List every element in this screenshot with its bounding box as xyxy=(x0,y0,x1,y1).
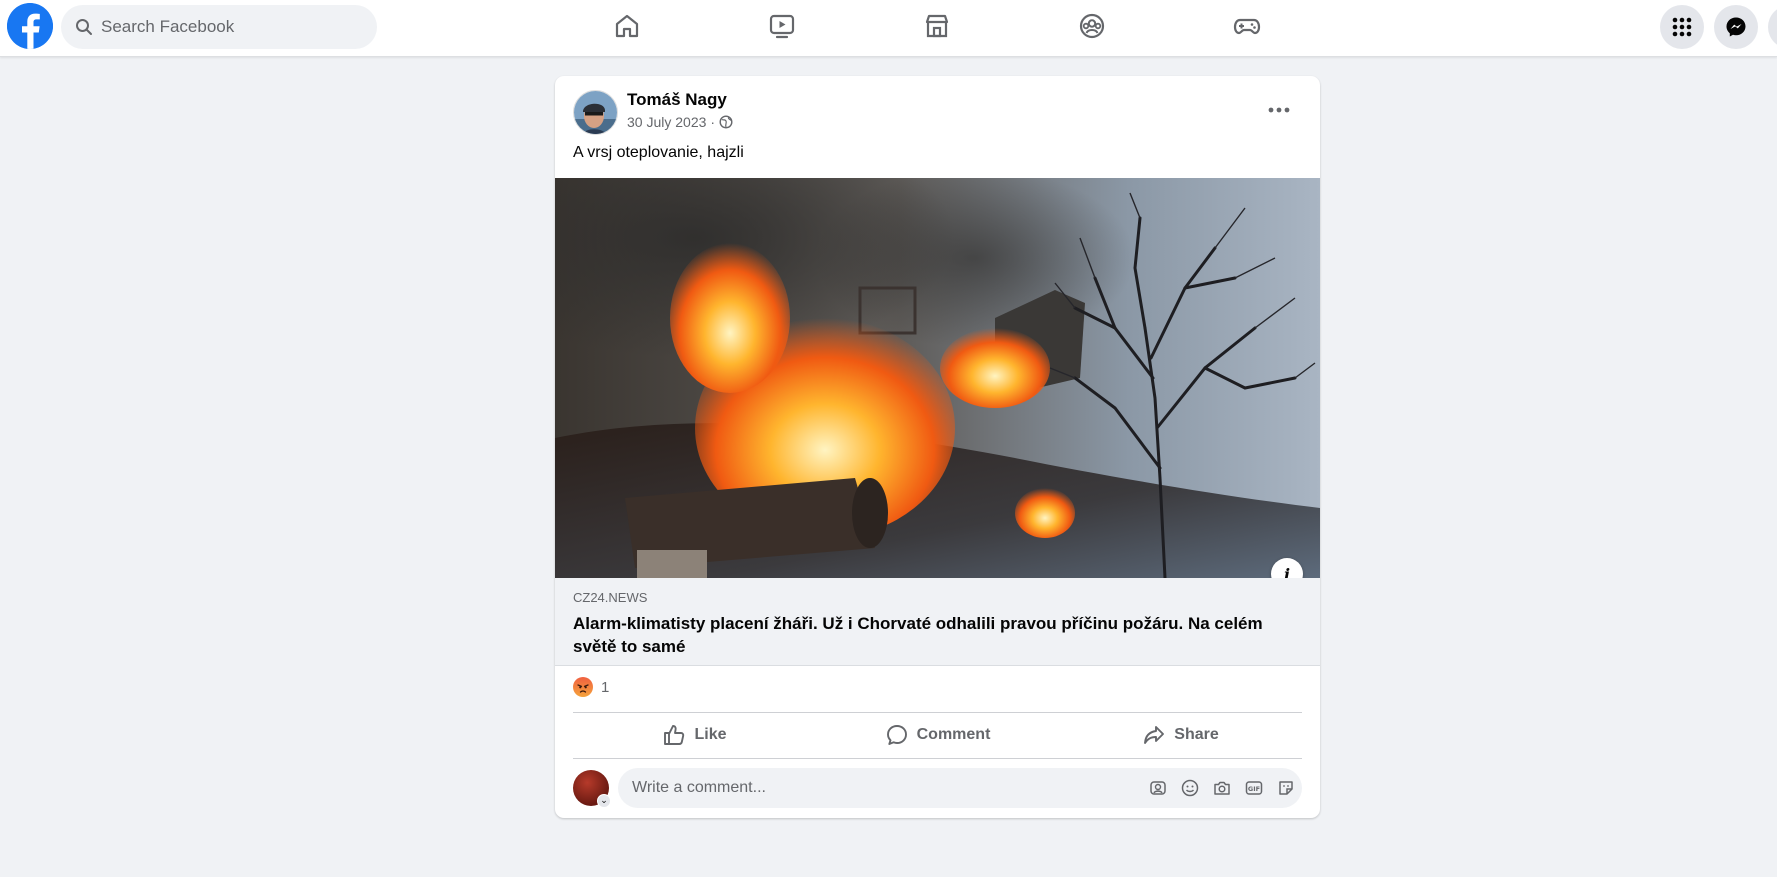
post-author-name[interactable]: Tomáš Nagy xyxy=(627,90,727,110)
link-preview[interactable]: CZ24.NEWS Alarm-klimatisty placení žháři… xyxy=(555,578,1320,666)
post-link-image[interactable] xyxy=(555,178,1320,578)
svg-text:GIF: GIF xyxy=(1247,784,1259,792)
reactions-summary[interactable]: 1 xyxy=(573,677,609,697)
post-options-button[interactable] xyxy=(1261,92,1297,128)
marketplace-icon[interactable] xyxy=(917,8,957,44)
search-icon xyxy=(76,19,92,35)
like-icon xyxy=(664,725,685,745)
post-date[interactable]: 30 July 2023 xyxy=(627,114,706,130)
link-title[interactable]: Alarm-klimatisty placení žháři. Už i Cho… xyxy=(573,612,1293,658)
comment-composer: ⌄ GIF xyxy=(573,768,1302,808)
like-button[interactable]: Like xyxy=(573,713,816,757)
more-horizontal-icon xyxy=(1268,107,1290,113)
comment-button[interactable]: Comment xyxy=(816,713,1059,757)
messenger-icon[interactable] xyxy=(1714,5,1758,49)
post-actions: Like Comment Share xyxy=(573,713,1302,757)
comment-input-box[interactable]: GIF xyxy=(618,768,1302,808)
watch-icon[interactable] xyxy=(762,8,802,44)
share-button[interactable]: Share xyxy=(1059,713,1302,757)
gif-icon[interactable]: GIF xyxy=(1243,777,1264,798)
home-icon[interactable] xyxy=(607,8,647,44)
divider xyxy=(573,758,1302,759)
angry-reaction-icon xyxy=(573,677,593,697)
avatar-sticker-icon[interactable] xyxy=(1147,777,1168,798)
emoji-icon[interactable] xyxy=(1179,777,1200,798)
comment-label: Comment xyxy=(916,726,991,743)
comment-tools: GIF xyxy=(1147,777,1296,798)
post-meta: 30 July 2023 · xyxy=(627,114,733,130)
author-avatar[interactable] xyxy=(573,90,618,135)
link-domain: CZ24.NEWS xyxy=(573,590,648,605)
globe-icon[interactable] xyxy=(719,115,733,129)
search-input[interactable] xyxy=(101,5,361,49)
facebook-logo-icon[interactable] xyxy=(7,3,53,49)
comment-input[interactable] xyxy=(632,768,1112,808)
notifications-button-partial[interactable] xyxy=(1768,5,1777,49)
chevron-down-icon[interactable]: ⌄ xyxy=(597,794,611,808)
sticker-icon[interactable] xyxy=(1275,777,1296,798)
top-navigation-bar xyxy=(0,0,1777,57)
groups-icon[interactable] xyxy=(1072,8,1112,44)
camera-icon[interactable] xyxy=(1211,777,1232,798)
like-label: Like xyxy=(694,726,727,743)
comment-icon xyxy=(886,725,907,745)
search-box[interactable] xyxy=(61,5,377,49)
menu-grid-icon[interactable] xyxy=(1660,5,1704,49)
post-card: Tomáš Nagy 30 July 2023 · A vrsj oteplov… xyxy=(555,76,1320,818)
gaming-icon[interactable] xyxy=(1227,8,1267,44)
meta-separator: · xyxy=(710,114,716,130)
share-label: Share xyxy=(1174,726,1219,743)
post-text: A vrsj oteplovanie, hajzli xyxy=(573,144,744,161)
reaction-count: 1 xyxy=(601,678,610,696)
share-icon xyxy=(1144,726,1165,744)
